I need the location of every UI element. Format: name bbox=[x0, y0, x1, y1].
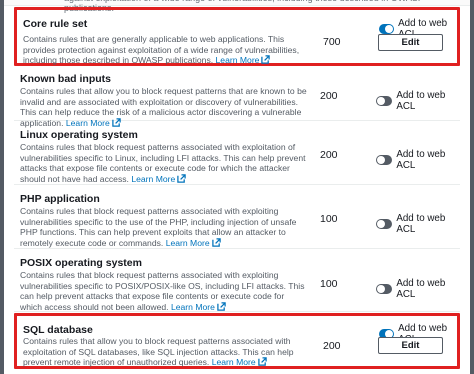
toggle-label: Add to web ACL bbox=[396, 213, 446, 235]
rule-description: Contains rules that allow you to block r… bbox=[23, 336, 294, 368]
toggle-switch[interactable] bbox=[376, 284, 393, 294]
learn-more-link[interactable]: Learn More bbox=[216, 55, 271, 65]
capacity-value: 200 bbox=[320, 90, 338, 102]
toggle-switch[interactable] bbox=[376, 96, 393, 106]
capacity-value: 200 bbox=[320, 149, 338, 161]
edit-button[interactable]: Edit bbox=[378, 337, 443, 354]
capacity-value: 700 bbox=[323, 36, 341, 48]
rule-linux-operating-system: Linux operating system Contains rules th… bbox=[14, 121, 460, 185]
rule-description: Contains rules that block request patter… bbox=[20, 142, 306, 184]
right-border bbox=[470, 0, 474, 374]
rule-sql-database: SQL database Contains rules that allow y… bbox=[14, 313, 460, 369]
learn-more-link[interactable]: Learn More bbox=[131, 174, 187, 184]
rule-name: PHP application bbox=[20, 193, 100, 205]
rule-description: Contains rules that block request patter… bbox=[20, 270, 305, 312]
external-link-icon bbox=[261, 55, 271, 64]
rule-name: Linux operating system bbox=[20, 129, 138, 141]
toggle-label: Add to web ACL bbox=[396, 90, 446, 112]
external-link-icon bbox=[217, 302, 226, 311]
capacity-value: 100 bbox=[320, 213, 338, 225]
rule-name: POSIX operating system bbox=[20, 257, 142, 269]
add-to-web-acl-toggle[interactable]: Add to web ACL bbox=[376, 278, 460, 300]
capacity-value: 200 bbox=[323, 340, 341, 352]
learn-more-link[interactable]: Learn More bbox=[171, 302, 226, 312]
rule-php-application: PHP application Contains rules that bloc… bbox=[14, 185, 460, 249]
rule-name: Known bad inputs bbox=[20, 73, 111, 85]
rule-description: Contains rules that are generally applic… bbox=[23, 34, 300, 66]
toggle-switch[interactable] bbox=[376, 219, 393, 229]
clipped-top-row: against exploitation of a wide range of … bbox=[4, 0, 470, 13]
add-to-web-acl-toggle[interactable]: Add to web ACL bbox=[376, 213, 460, 235]
toggle-label: Add to web ACL bbox=[396, 278, 446, 300]
external-link-icon bbox=[211, 238, 221, 247]
rule-posix-operating-system: POSIX operating system Contains rules th… bbox=[14, 249, 460, 312]
rule-name: Core rule set bbox=[23, 18, 88, 30]
external-link-icon bbox=[257, 357, 267, 366]
add-to-web-acl-toggle[interactable]: Add to web ACL bbox=[376, 90, 460, 112]
toggle-switch[interactable] bbox=[376, 155, 393, 165]
toggle-label: Add to web ACL bbox=[396, 149, 446, 171]
capacity-value: 100 bbox=[320, 278, 338, 290]
add-to-web-acl-toggle[interactable]: Add to web ACL bbox=[376, 149, 460, 171]
rule-name: SQL database bbox=[23, 324, 93, 336]
rule-description: Contains rules that block request patter… bbox=[20, 206, 297, 248]
external-link-icon bbox=[177, 174, 187, 183]
edit-button[interactable]: Edit bbox=[378, 34, 443, 51]
rule-known-bad-inputs: Known bad inputs Contains rules that all… bbox=[14, 66, 460, 128]
rule-core-rule-set: Core rule set Contains rules that are ge… bbox=[14, 7, 460, 66]
learn-more-link[interactable]: Learn More bbox=[166, 238, 221, 248]
learn-more-link[interactable]: Learn More bbox=[212, 357, 267, 367]
left-border bbox=[0, 0, 4, 374]
toggle-switch[interactable] bbox=[379, 24, 395, 34]
